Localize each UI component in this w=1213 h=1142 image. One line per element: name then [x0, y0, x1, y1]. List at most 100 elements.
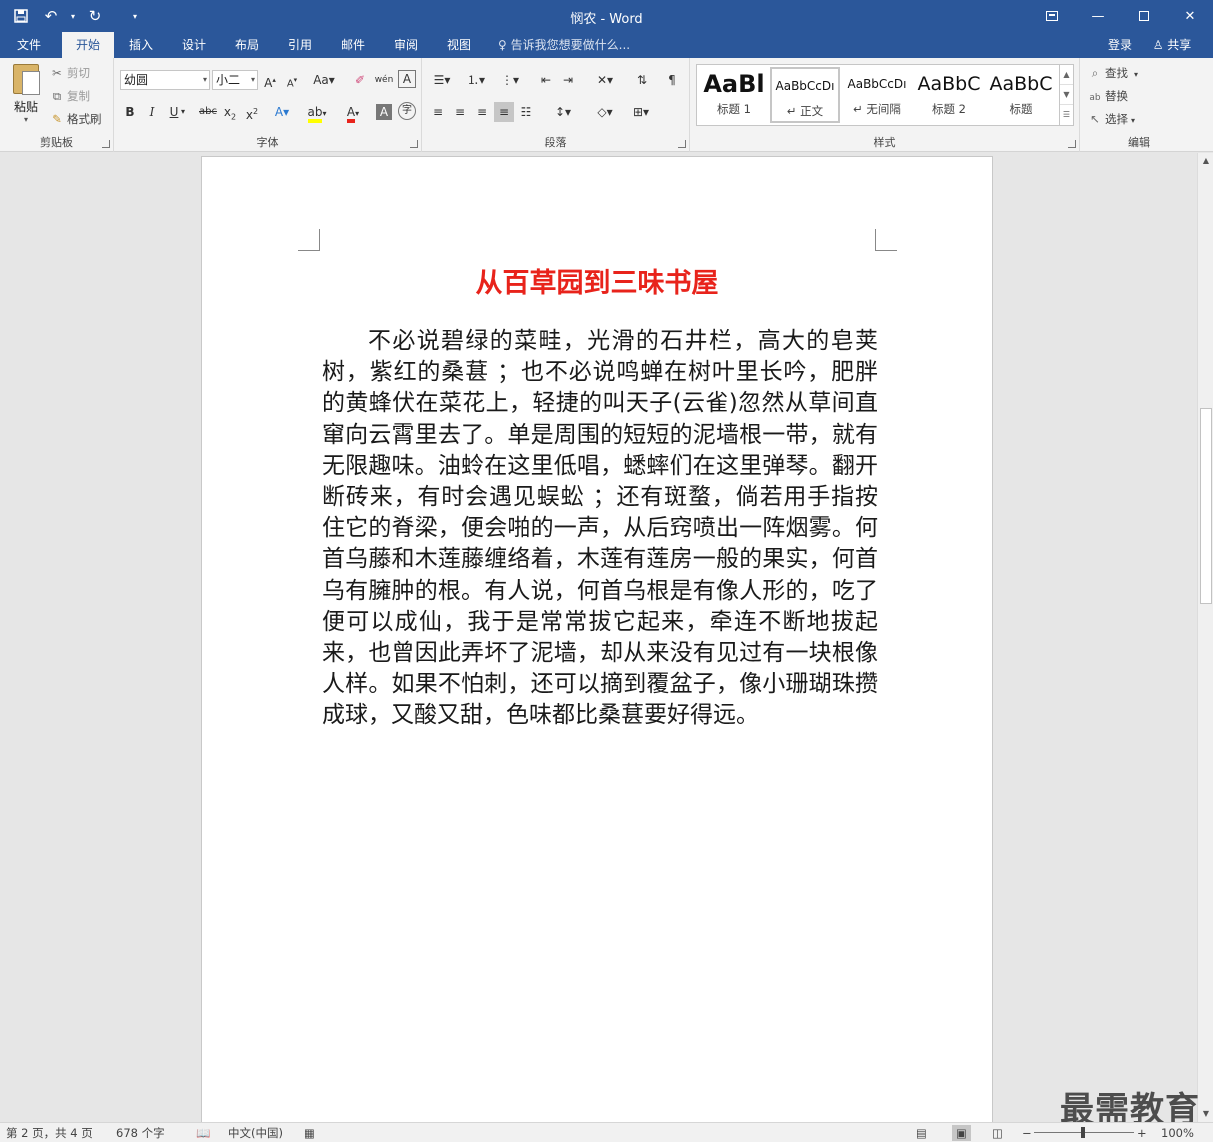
font-size-dropdown-icon[interactable]: ▾	[251, 71, 255, 89]
font-name-box[interactable]: 幼圆 ▾	[120, 70, 210, 90]
paste-button[interactable]: 粘贴 ▾	[8, 64, 44, 124]
lightbulb-icon: ♀	[498, 38, 507, 52]
web-layout-icon[interactable]: ◫	[992, 1125, 1003, 1141]
find-dropdown-icon: ▾	[1134, 70, 1139, 79]
font-group-label: 字体	[256, 136, 279, 149]
style-name-text: 正文	[800, 104, 824, 118]
shrink-font-icon[interactable]: A▾	[282, 70, 302, 90]
decrease-indent-icon[interactable]: ⇤	[536, 70, 556, 90]
increase-indent-icon[interactable]: ⇥	[558, 70, 578, 90]
style-heading2[interactable]: AaBbC 标题 2	[914, 67, 984, 123]
zoom-in-icon[interactable]: +	[1137, 1125, 1147, 1141]
tab-view[interactable]: 视图	[436, 32, 482, 58]
window-controls: — ✕	[1029, 0, 1213, 32]
grow-font-icon[interactable]: A▴	[260, 70, 280, 90]
scroll-up-icon[interactable]: ▲	[1198, 153, 1213, 169]
maximize-icon[interactable]	[1121, 0, 1167, 32]
zoom-slider-thumb[interactable]	[1081, 1127, 1085, 1138]
style-name: ↵ 无间隔	[853, 102, 901, 116]
italic-icon[interactable]: I	[142, 102, 162, 122]
tab-home[interactable]: 开始	[62, 32, 114, 58]
scroll-thumb[interactable]	[1200, 408, 1212, 604]
scroll-down-icon[interactable]: ▼	[1198, 1106, 1213, 1122]
paragraph-launcher-icon[interactable]	[678, 140, 686, 148]
align-center-icon[interactable]: ≡	[450, 102, 470, 122]
style-title[interactable]: AaBbC 标题	[986, 67, 1056, 123]
replace-button[interactable]: ab 替换	[1088, 87, 1128, 105]
bullets-icon[interactable]: ☰▾	[428, 70, 456, 90]
tab-mailings[interactable]: 邮件	[330, 32, 376, 58]
line-spacing-icon[interactable]: ↕▾	[548, 102, 578, 122]
justify-icon[interactable]: ≡	[494, 102, 514, 122]
align-left-icon[interactable]: ≡	[428, 102, 448, 122]
minimize-icon[interactable]: —	[1075, 0, 1121, 32]
character-shading-icon[interactable]: A	[376, 104, 392, 120]
numbering-icon[interactable]: ⒈▾	[462, 70, 490, 90]
bold-icon[interactable]: B	[120, 102, 140, 122]
font-name-dropdown-icon[interactable]: ▾	[203, 71, 207, 89]
tab-insert[interactable]: 插入	[118, 32, 164, 58]
ribbon-display-icon[interactable]	[1029, 0, 1075, 32]
borders-icon[interactable]: ⊞▾	[626, 102, 656, 122]
character-border-icon[interactable]: A	[398, 70, 416, 88]
font-color-icon[interactable]: A▾	[340, 102, 366, 123]
style-preview: AaBbC	[989, 73, 1053, 95]
gallery-more-icon[interactable]: ☰	[1060, 105, 1073, 125]
highlight-color-icon[interactable]: ab▾	[304, 102, 330, 123]
print-layout-icon[interactable]: ▣	[952, 1125, 971, 1141]
proofing-icon[interactable]: 📖	[196, 1125, 210, 1141]
select-button[interactable]: ↖ 选择 ▾	[1088, 110, 1135, 128]
tell-me-box[interactable]: ♀ 告诉我您想要做什么...	[498, 32, 630, 58]
text-effects-icon[interactable]: A▾	[272, 102, 292, 122]
close-icon[interactable]: ✕	[1167, 0, 1213, 32]
multilevel-list-icon[interactable]: ⋮▾	[496, 70, 524, 90]
tab-file[interactable]: 文件	[6, 32, 52, 58]
font-size-box[interactable]: 小二 ▾	[212, 70, 258, 90]
macro-icon[interactable]: ▦	[304, 1125, 315, 1141]
login-link[interactable]: 登录	[1108, 32, 1132, 58]
strikethrough-icon[interactable]: abc	[198, 102, 218, 122]
underline-dropdown-icon[interactable]: ▾	[178, 102, 188, 122]
tab-layout[interactable]: 布局	[224, 32, 270, 58]
distributed-icon[interactable]: ☷	[516, 102, 536, 122]
superscript-icon[interactable]: x2	[242, 102, 262, 122]
gallery-down-icon[interactable]: ▼	[1060, 85, 1073, 105]
clear-formatting-icon[interactable]: ✐	[350, 70, 370, 90]
style-heading1[interactable]: AaBl 标题 1	[699, 67, 769, 123]
vertical-scrollbar[interactable]: ▲ ▼	[1197, 153, 1213, 1122]
share-button[interactable]: ♙ 共享	[1146, 34, 1198, 56]
format-painter-label: 格式刷	[67, 112, 102, 126]
chinese-layout-icon[interactable]: ✕▾	[590, 70, 620, 90]
shading-icon[interactable]: ◇▾	[590, 102, 620, 122]
word-count[interactable]: 678 个字	[116, 1125, 165, 1141]
clipboard-group-label: 剪贴板	[40, 136, 73, 149]
find-button[interactable]: ⌕ 查找 ▾	[1088, 64, 1138, 82]
read-mode-icon[interactable]: ▤	[916, 1125, 927, 1141]
copy-button[interactable]: ⧉ 复制	[50, 87, 90, 105]
subscript-icon[interactable]: x2	[220, 102, 240, 122]
zoom-level[interactable]: 100%	[1161, 1125, 1194, 1141]
change-case-icon[interactable]: Aa▾	[310, 70, 338, 90]
page-count[interactable]: 第 2 页，共 4 页	[6, 1125, 93, 1141]
sort-icon[interactable]: ⇅	[632, 70, 652, 90]
style-name: 标题 2	[932, 102, 966, 116]
tab-design[interactable]: 设计	[171, 32, 217, 58]
phonetic-guide-icon[interactable]: wén	[374, 70, 394, 90]
clipboard-launcher-icon[interactable]	[102, 140, 110, 148]
style-no-spacing[interactable]: AaBbCcDı ↵ 无间隔	[842, 67, 912, 123]
show-marks-icon[interactable]: ¶	[662, 70, 682, 90]
align-right-icon[interactable]: ≡	[472, 102, 492, 122]
format-painter-button[interactable]: ✎ 格式刷	[50, 110, 102, 128]
document-page[interactable]: 从百草园到三味书屋 不必说碧绿的菜畦，光滑的石井栏，高大的皂荚树，紫红的桑葚 ；…	[201, 156, 993, 1136]
style-normal[interactable]: AaBbCcDı ↵ 正文	[770, 67, 840, 123]
font-name-value: 幼圆	[124, 73, 149, 87]
language[interactable]: 中文(中国)	[228, 1125, 283, 1141]
tab-references[interactable]: 引用	[277, 32, 323, 58]
gallery-up-icon[interactable]: ▲	[1060, 65, 1073, 85]
enclose-characters-icon[interactable]: 字	[398, 102, 416, 120]
zoom-out-icon[interactable]: −	[1022, 1125, 1032, 1141]
styles-launcher-icon[interactable]	[1068, 140, 1076, 148]
cut-button[interactable]: ✂ 剪切	[50, 64, 90, 82]
font-launcher-icon[interactable]	[410, 140, 418, 148]
tab-review[interactable]: 审阅	[383, 32, 429, 58]
